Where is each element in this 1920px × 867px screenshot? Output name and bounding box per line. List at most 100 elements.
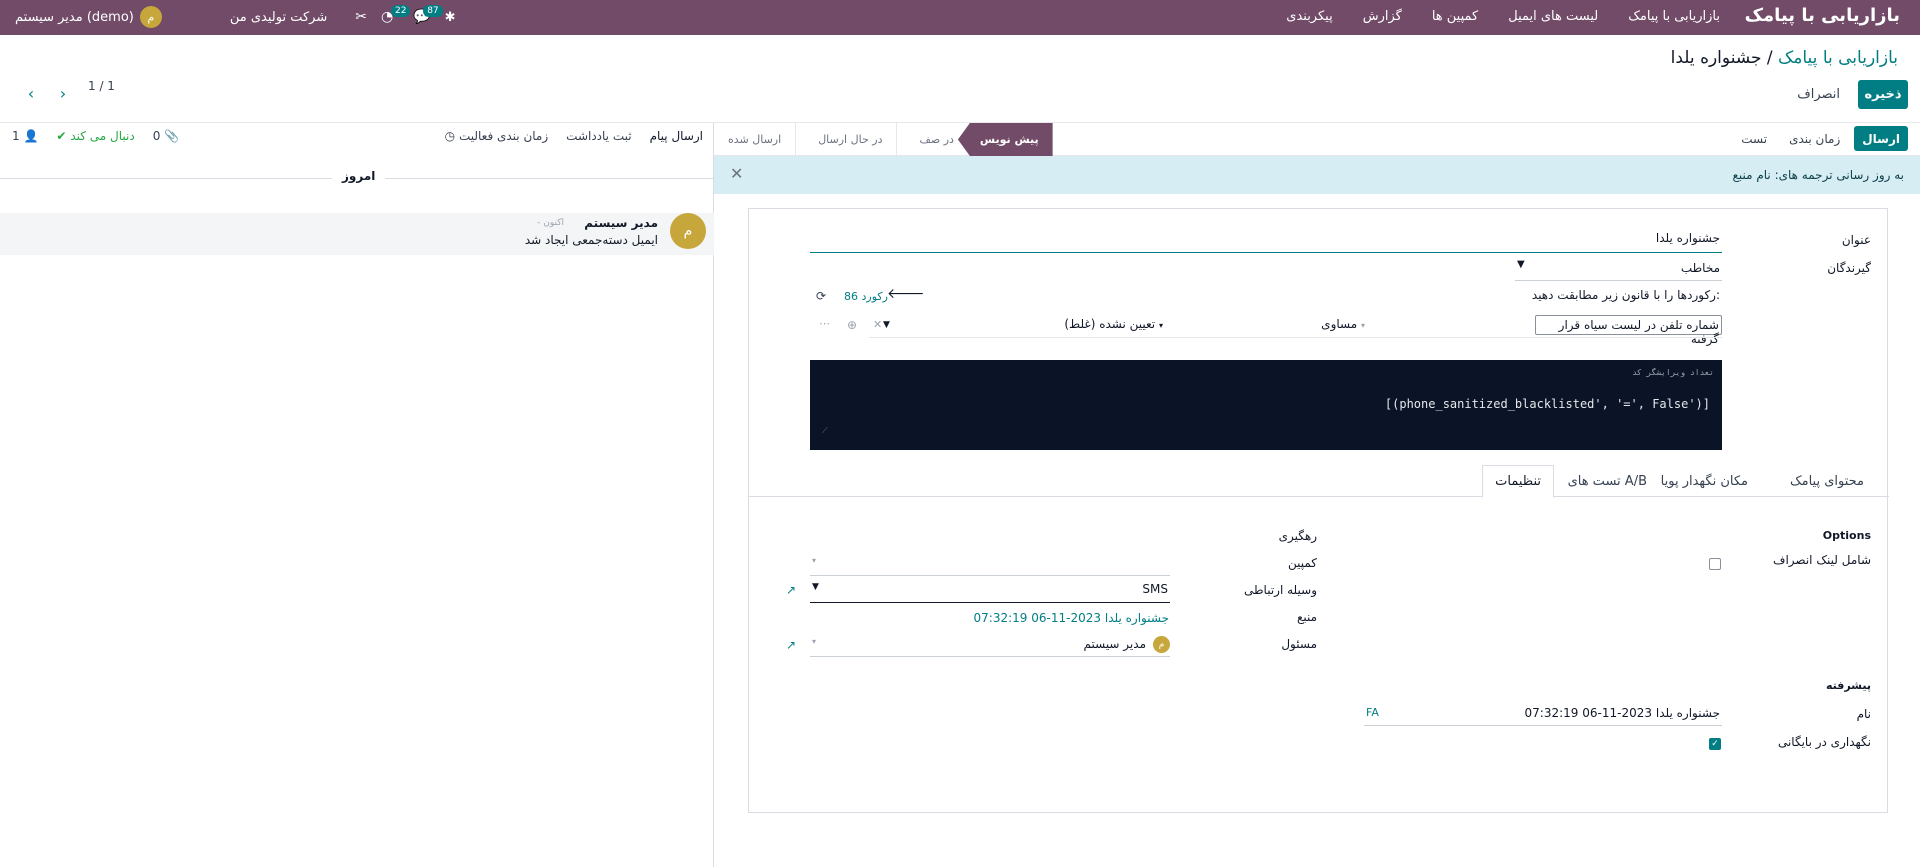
archive-label: نگهداری در بایگانی	[1777, 735, 1871, 749]
tab-settings[interactable]: تنظیمات	[1482, 465, 1554, 498]
title-label: عنوان	[1841, 233, 1871, 247]
chevron-down-icon: ▼	[883, 320, 890, 330]
chevron-down-icon: ▼	[1517, 259, 1525, 270]
stage-sent[interactable]: ارسال شده	[714, 123, 797, 156]
company-switcher[interactable]: شرکت تولیدی من	[230, 10, 327, 25]
stage-draft[interactable]: پیش نویس	[957, 123, 1053, 156]
paperclip-icon: 📎	[164, 129, 180, 143]
rule-value: تعیین نشده (غلط)	[1064, 317, 1156, 331]
menu-item-reporting[interactable]: گزارش	[1363, 9, 1402, 24]
status-bar: ارسال زمان بندی تست ارسال شده در حال ارس…	[714, 123, 1920, 156]
menu-item-sms-marketing[interactable]: بازاریابی با پیامک	[1628, 9, 1720, 24]
save-button[interactable]: ذخیره	[1858, 80, 1908, 109]
source-link[interactable]: جشنواره یلدا 2023-11-06 07:32:19	[974, 611, 1169, 625]
menu-item-campaigns[interactable]: کمپین ها	[1432, 9, 1478, 24]
title-input[interactable]: جشنواره یلدا	[810, 231, 1722, 253]
archive-checkbox[interactable]: ✓	[1709, 738, 1721, 750]
breadcrumb-separator: /	[1766, 48, 1773, 68]
external-link-icon[interactable]: ↗	[786, 638, 796, 652]
followers-button[interactable]: 1 👤	[12, 129, 38, 143]
external-link-icon[interactable]: ↗	[786, 583, 796, 597]
day-label: امروز	[332, 169, 386, 183]
chatter: ارسال پیام ثبت یادداشت ◷ زمان بندی فعالی…	[0, 123, 714, 867]
chevron-down-icon: ▾	[812, 556, 817, 565]
activity-icon[interactable]: ◔ 22	[381, 5, 411, 25]
app-title[interactable]: بازاریابی با پیامک	[1745, 5, 1900, 26]
tab-ab-tests[interactable]: تست های A/B	[1555, 465, 1660, 498]
attachments-button[interactable]: 0 📎	[153, 129, 179, 143]
pager-next-icon[interactable]: ›	[54, 85, 72, 103]
breadcrumb: بازاریابی با پیامک / جشنواره یلدا	[1671, 48, 1898, 68]
refresh-icon[interactable]: ⟳	[816, 289, 826, 303]
following-label: دنبال می کند	[70, 129, 135, 143]
code-editor-hint: تعداد ویرایشگر کد	[1632, 368, 1714, 377]
resize-grip-icon[interactable]: ⟋	[822, 426, 828, 436]
message-author-avatar[interactable]: م	[670, 213, 706, 249]
name-input[interactable]: جشنواره یلدا 2023-11-06 07:32:19 FA	[1364, 706, 1722, 726]
breadcrumb-current: جشنواره یلدا	[1670, 48, 1762, 68]
menu-item-configuration[interactable]: پیکربندی	[1286, 9, 1332, 24]
menu-item-mailing-lists[interactable]: لیست های ایمیل	[1508, 9, 1598, 24]
clock-icon: ◷	[444, 129, 456, 143]
domain-back-arrow-icon[interactable]: 🡐	[887, 285, 925, 302]
tab-sms-content[interactable]: محتوای پیامک	[1777, 465, 1877, 498]
code-editor[interactable]: تعداد ویرایشگر کد [(phone_sanitized_blac…	[810, 360, 1722, 450]
schedule-activity-button[interactable]: ◷ زمان بندی فعالیت	[445, 129, 549, 143]
message-author[interactable]: مدیر سیستم	[584, 216, 658, 230]
top-navbar: بازاریابی با پیامک بازاریابی با پیامک لی…	[0, 0, 1920, 35]
breadcrumb-parent[interactable]: بازاریابی با پیامک	[1778, 48, 1898, 68]
chatter-followers: 1 👤 ✔ دنبال می کند 0 📎	[12, 129, 179, 143]
unsubscribe-checkbox[interactable]	[1709, 558, 1721, 570]
responsible-select[interactable]: م مدیر سیستم ▾	[810, 636, 1170, 657]
rule-field-select[interactable]: شماره تلفن در لیست سیاه قرار گرفته	[1535, 315, 1722, 346]
pager-value[interactable]: 1 / 1	[88, 79, 115, 93]
medium-select[interactable]: SMS ▼	[810, 582, 1170, 603]
rule-value-select[interactable]: تعیین نشده (غلط) ▾ ▼	[883, 317, 1165, 335]
name-value: جشنواره یلدا 2023-11-06 07:32:19	[1524, 706, 1720, 720]
close-icon[interactable]: ✕	[730, 164, 743, 183]
user-name: مدیر سیستم (demo)	[15, 9, 134, 25]
schedule-button[interactable]: زمان بندی	[1781, 126, 1848, 151]
recipients-value: مخاطب	[1680, 261, 1720, 275]
add-rule-icon[interactable]: ⊕	[847, 318, 857, 332]
control-panel: بازاریابی با پیامک / جشنواره یلدا ذخیره …	[0, 35, 1920, 123]
schedule-activity-label: زمان بندی فعالیت	[458, 129, 549, 143]
campaign-select[interactable]: ▾	[810, 556, 1170, 576]
debug-tools-icon[interactable]: ✂	[355, 9, 367, 25]
messages-icon[interactable]: 💬 87	[413, 5, 443, 25]
following-button[interactable]: ✔ دنبال می کند	[56, 129, 134, 143]
rule-operator-value: مساوی	[1321, 317, 1358, 331]
records-count-link[interactable]: 86 رکورد	[844, 290, 888, 303]
send-message-button[interactable]: ارسال پیام	[650, 129, 703, 143]
messages-badge: 87	[423, 5, 443, 17]
alert-text: به روز رسانی ترجمه های: نام منبع	[1732, 168, 1904, 182]
activity-badge: 22	[390, 5, 411, 17]
bug-icon[interactable]: ✱	[445, 10, 456, 25]
log-note-button[interactable]: ثبت یادداشت	[566, 129, 631, 143]
domain-prefix: رکوردها را با قانون زیر مطابقت دهید:	[1531, 288, 1720, 302]
form-sheet: عنوان جشنواره یلدا گیرندگان مخاطب ▼ رکور…	[748, 208, 1889, 813]
tracking-title: رهگیری	[1278, 529, 1317, 543]
medium-value: SMS	[1142, 582, 1168, 596]
pager-previous-icon[interactable]: ‹	[22, 85, 40, 103]
send-button[interactable]: ارسال	[1854, 126, 1908, 151]
chatter-message: م مدیر سیستم - اکنون ایمیل دسته‌جمعی ایج…	[0, 213, 714, 255]
discard-button[interactable]: انصراف	[1787, 80, 1850, 109]
stage-in-queue[interactable]: در صف	[897, 123, 967, 156]
options-title: Options	[1822, 529, 1871, 542]
delete-rule-icon[interactable]: ✕	[873, 318, 882, 331]
chatter-actions: ارسال پیام ثبت یادداشت ◷ زمان بندی فعالی…	[445, 129, 703, 143]
tab-dynamic-placeholder[interactable]: مکان نگهدار پویا	[1648, 465, 1761, 498]
language-badge[interactable]: FA	[1366, 706, 1379, 719]
attachments-count: 0	[152, 129, 161, 143]
rule-operator-select[interactable]: مساوی ▾	[1179, 317, 1369, 335]
user-menu[interactable]: مدیر سیستم (demo) م	[15, 6, 162, 28]
translation-alert: به روز رسانی ترجمه های: نام منبع ✕	[714, 156, 1920, 194]
chevron-down-icon: ▾	[1360, 321, 1365, 330]
responsible-label: مسئول	[1281, 637, 1317, 651]
recipients-select[interactable]: مخاطب ▼	[1515, 259, 1722, 281]
main-menu: بازاریابی با پیامک لیست های ایمیل کمپین …	[1286, 9, 1720, 24]
test-button[interactable]: تست	[1733, 126, 1775, 151]
more-icon[interactable]: ⋯	[819, 317, 830, 330]
stage-sending[interactable]: در حال ارسال	[796, 123, 898, 156]
